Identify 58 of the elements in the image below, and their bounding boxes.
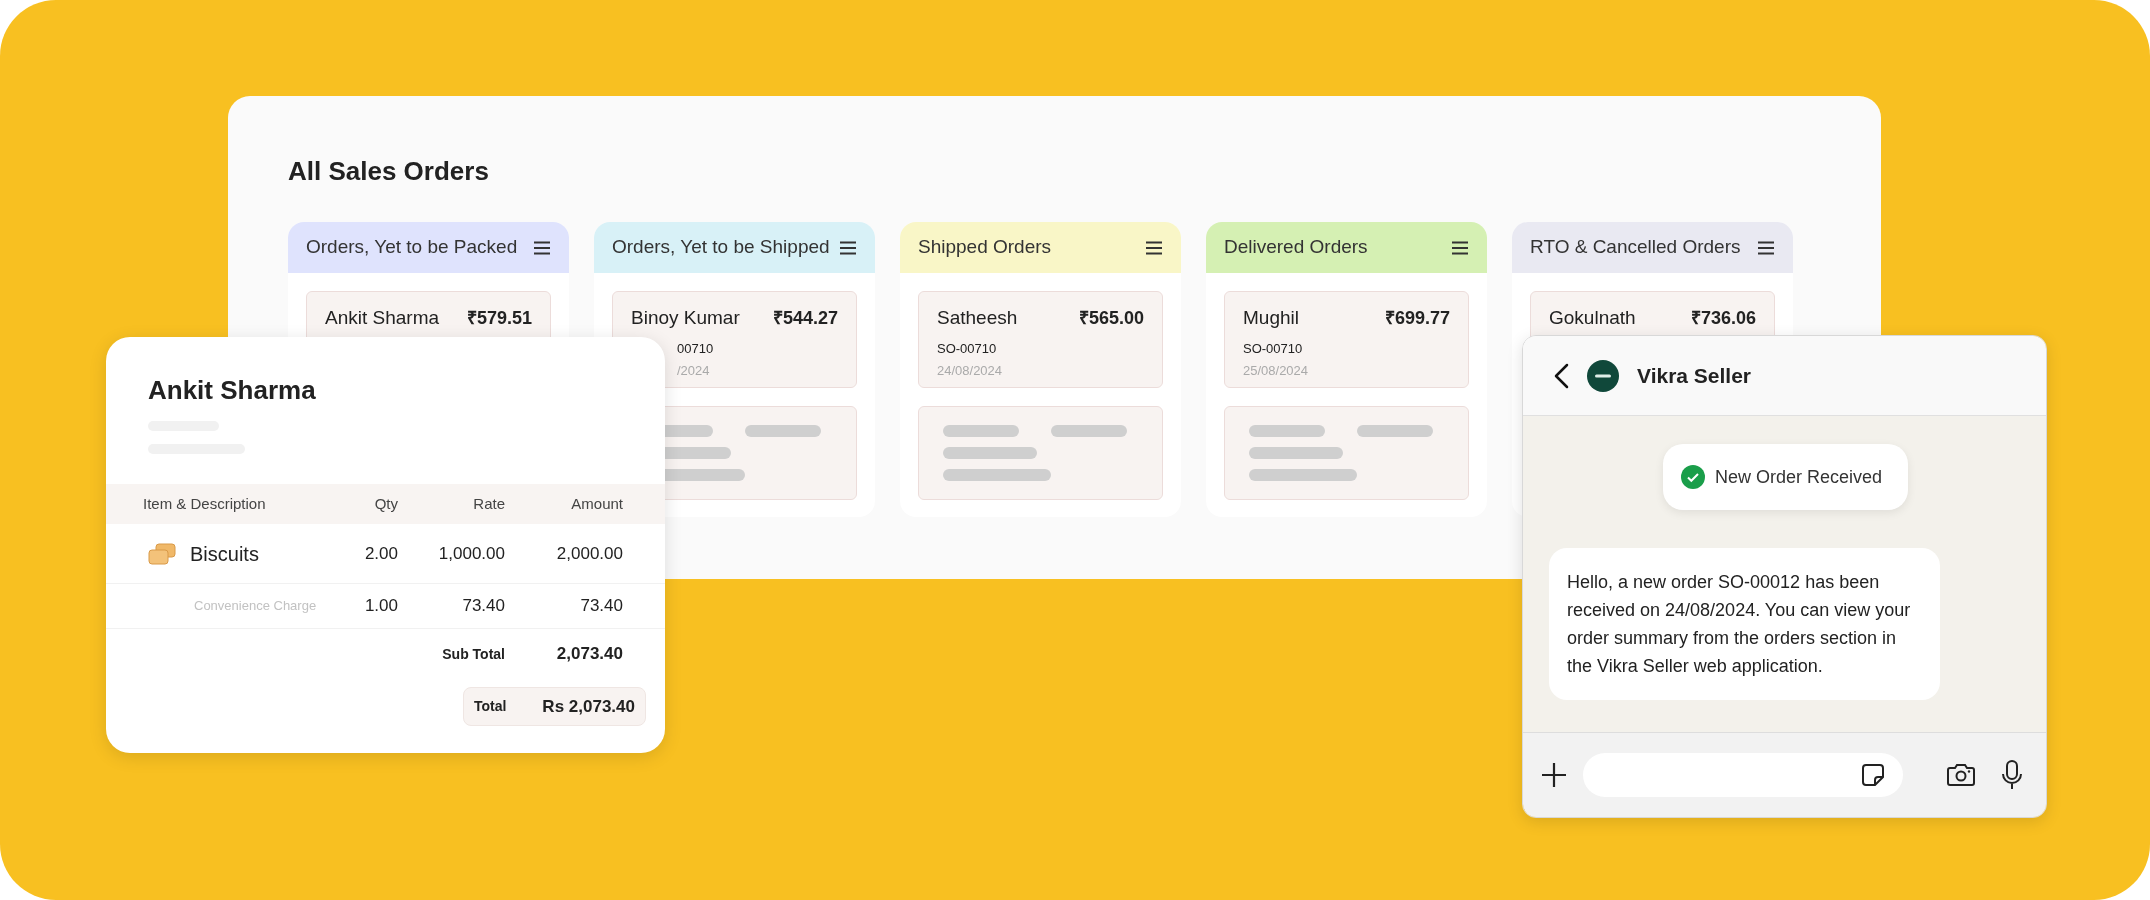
order-amount: ₹699.77 bbox=[1384, 306, 1450, 330]
customer-name: Mughil bbox=[1243, 306, 1299, 330]
charge-name: Convenience Charge bbox=[194, 597, 317, 616]
menu-icon[interactable] bbox=[1757, 240, 1775, 255]
item-name: Biscuits bbox=[190, 541, 259, 567]
plus-icon[interactable] bbox=[1541, 762, 1567, 788]
back-icon[interactable] bbox=[1553, 362, 1569, 389]
column-heading: Item & Description bbox=[143, 493, 267, 514]
customer-name: Satheesh bbox=[937, 306, 1018, 330]
biscuit-icon bbox=[148, 542, 176, 565]
order-number: SO-00710 bbox=[937, 340, 998, 357]
table-cell-text: 1.00 bbox=[363, 595, 398, 618]
microphone-icon[interactable] bbox=[2002, 760, 2022, 790]
column-title: Shipped Orders bbox=[918, 235, 1052, 260]
order-number: SO-00710 bbox=[1243, 340, 1304, 357]
order-amount: ₹544.27 bbox=[772, 306, 838, 330]
chat-title: Vikra Seller bbox=[1637, 362, 1752, 389]
order-amount: ₹736.06 bbox=[1690, 306, 1756, 330]
check-icon bbox=[1681, 465, 1705, 489]
logo-icon bbox=[1587, 359, 1619, 392]
board-title: All Sales Orders bbox=[288, 156, 490, 186]
menu-icon[interactable] bbox=[839, 240, 857, 255]
table-cell-text: 2,000.00 bbox=[555, 542, 623, 565]
table-cell-text: 2.00 bbox=[363, 542, 398, 565]
table-cell-text: 1,000.00 bbox=[437, 542, 505, 565]
subtotal-value: 2,073.40 bbox=[555, 643, 623, 666]
menu-icon[interactable] bbox=[1451, 240, 1469, 255]
column-title: RTO & Cancelled Orders bbox=[1530, 235, 1741, 260]
camera-icon[interactable] bbox=[1946, 763, 1976, 787]
column-heading: Qty bbox=[373, 493, 398, 514]
order-card[interactable]: Satheesh ₹565.00 SO-00710 24/08/2024 bbox=[918, 291, 1163, 388]
table-cell-text: 73.40 bbox=[579, 595, 623, 618]
notification-text: New Order Received bbox=[1715, 465, 1883, 489]
order-date: 25/08/2024 bbox=[1243, 362, 1310, 379]
order-date: 24/08/2024 bbox=[937, 362, 1004, 379]
customer-name: Gokulnath bbox=[1549, 306, 1636, 330]
customer-name: Ankit Sharma bbox=[147, 375, 317, 405]
subtotal-label: Sub Total bbox=[441, 644, 505, 664]
message-bubble: Hello, a new order SO-00012 has been received on 24/08/2024. You can view your order summary from the orders section in the Vikra Seller web application. bbox=[1549, 548, 1940, 700]
customer-name: Binoy Kumar bbox=[631, 306, 740, 330]
menu-icon[interactable] bbox=[1145, 240, 1163, 255]
message-field[interactable] bbox=[1583, 753, 1903, 797]
order-date: /2024 bbox=[676, 362, 711, 379]
column-heading: Rate bbox=[472, 493, 505, 514]
order-amount: ₹565.00 bbox=[1078, 306, 1144, 330]
column-title: Delivered Orders bbox=[1224, 235, 1368, 260]
menu-icon[interactable] bbox=[533, 240, 551, 255]
order-amount: ₹579.51 bbox=[466, 306, 532, 330]
order-number: 00710 bbox=[676, 340, 715, 357]
sticker-icon[interactable] bbox=[1861, 763, 1885, 787]
order-card[interactable]: Mughil ₹699.77 SO-00710 25/08/2024 bbox=[1224, 291, 1469, 388]
customer-name: Ankit Sharma bbox=[325, 306, 440, 330]
column-title: Orders, Yet to be Packed bbox=[306, 235, 518, 260]
column-heading: Amount bbox=[570, 493, 623, 514]
table-cell-text: 73.40 bbox=[461, 595, 505, 618]
total-value: Rs 2,073.40 bbox=[542, 695, 635, 718]
total-label: Total bbox=[474, 697, 507, 716]
column-title: Orders, Yet to be Shipped bbox=[612, 235, 830, 260]
